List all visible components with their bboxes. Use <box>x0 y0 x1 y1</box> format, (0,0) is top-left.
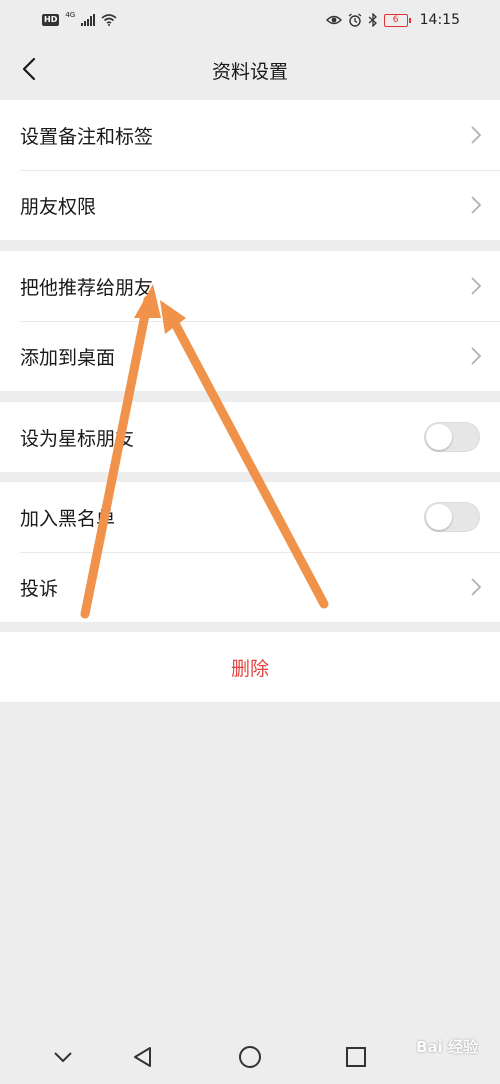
signal-icon <box>81 14 96 26</box>
chevron-right-icon <box>471 196 482 214</box>
chevron-right-icon <box>471 126 482 144</box>
settings-group-1: 设置备注和标签 朋友权限 <box>0 100 500 240</box>
battery-level: 6 <box>392 14 399 25</box>
cell-add-to-desktop[interactable]: 添加到桌面 <box>0 321 500 391</box>
recents-square-icon <box>346 1047 366 1067</box>
blacklist-toggle[interactable] <box>424 502 480 532</box>
hd-badge: HD <box>42 14 60 26</box>
cell-remark-and-tags[interactable]: 设置备注和标签 <box>0 100 500 170</box>
battery-icon: 6 <box>383 13 411 27</box>
chevron-right-icon <box>471 277 482 295</box>
cell-label: 设为星标朋友 <box>20 427 135 450</box>
toggle-knob <box>426 424 452 450</box>
cell-star-friend: 设为星标朋友 <box>0 402 500 472</box>
status-right: 6 14:15 <box>325 12 460 28</box>
status-left: HD 4G <box>42 11 117 26</box>
back-chevron-icon <box>22 57 36 81</box>
delete-label: 删除 <box>230 657 269 680</box>
cell-label: 添加到桌面 <box>20 346 116 369</box>
watermark-text: Bai 经验 <box>416 1038 478 1056</box>
collapse-button[interactable] <box>48 1042 78 1072</box>
cell-complain[interactable]: 投诉 <box>0 552 500 622</box>
toggle-knob <box>426 504 452 530</box>
cell-label: 把他推荐给朋友 <box>20 276 154 299</box>
alarm-icon <box>348 13 362 27</box>
cell-label: 投诉 <box>20 577 59 600</box>
chevron-right-icon <box>471 347 482 365</box>
settings-group-2: 把他推荐给朋友 添加到桌面 <box>0 251 500 391</box>
status-bar: HD 4G 6 14:15 <box>0 0 500 40</box>
system-back-button[interactable] <box>128 1042 158 1072</box>
network-type: 4G <box>65 11 76 19</box>
bluetooth-icon <box>368 13 377 27</box>
settings-group-3: 设为星标朋友 <box>0 402 500 472</box>
baidu-watermark: Bai 经验 <box>416 1036 478 1057</box>
star-friend-toggle[interactable] <box>424 422 480 452</box>
delete-button[interactable]: 删除 <box>0 632 500 702</box>
cell-label: 加入黑名单 <box>20 507 116 530</box>
eye-icon <box>325 15 342 25</box>
cell-label: 设置备注和标签 <box>20 125 154 148</box>
back-button[interactable] <box>14 54 44 84</box>
settings-group-4: 加入黑名单 投诉 <box>0 482 500 622</box>
home-button[interactable] <box>235 1042 265 1072</box>
cell-friend-permissions[interactable]: 朋友权限 <box>0 170 500 240</box>
cell-recommend-to-friend[interactable]: 把他推荐给朋友 <box>0 251 500 321</box>
cell-blacklist: 加入黑名单 <box>0 482 500 552</box>
home-circle-icon <box>239 1046 261 1068</box>
back-triangle-icon <box>134 1047 151 1067</box>
status-time: 14:15 <box>419 12 460 28</box>
recents-button[interactable] <box>341 1042 371 1072</box>
page-title: 资料设置 <box>211 60 288 83</box>
chevron-right-icon <box>471 578 482 596</box>
nav-header: 资料设置 <box>0 40 500 100</box>
collapse-chevron-icon <box>54 1052 72 1063</box>
cell-label: 朋友权限 <box>20 195 97 218</box>
wifi-icon <box>101 14 117 26</box>
